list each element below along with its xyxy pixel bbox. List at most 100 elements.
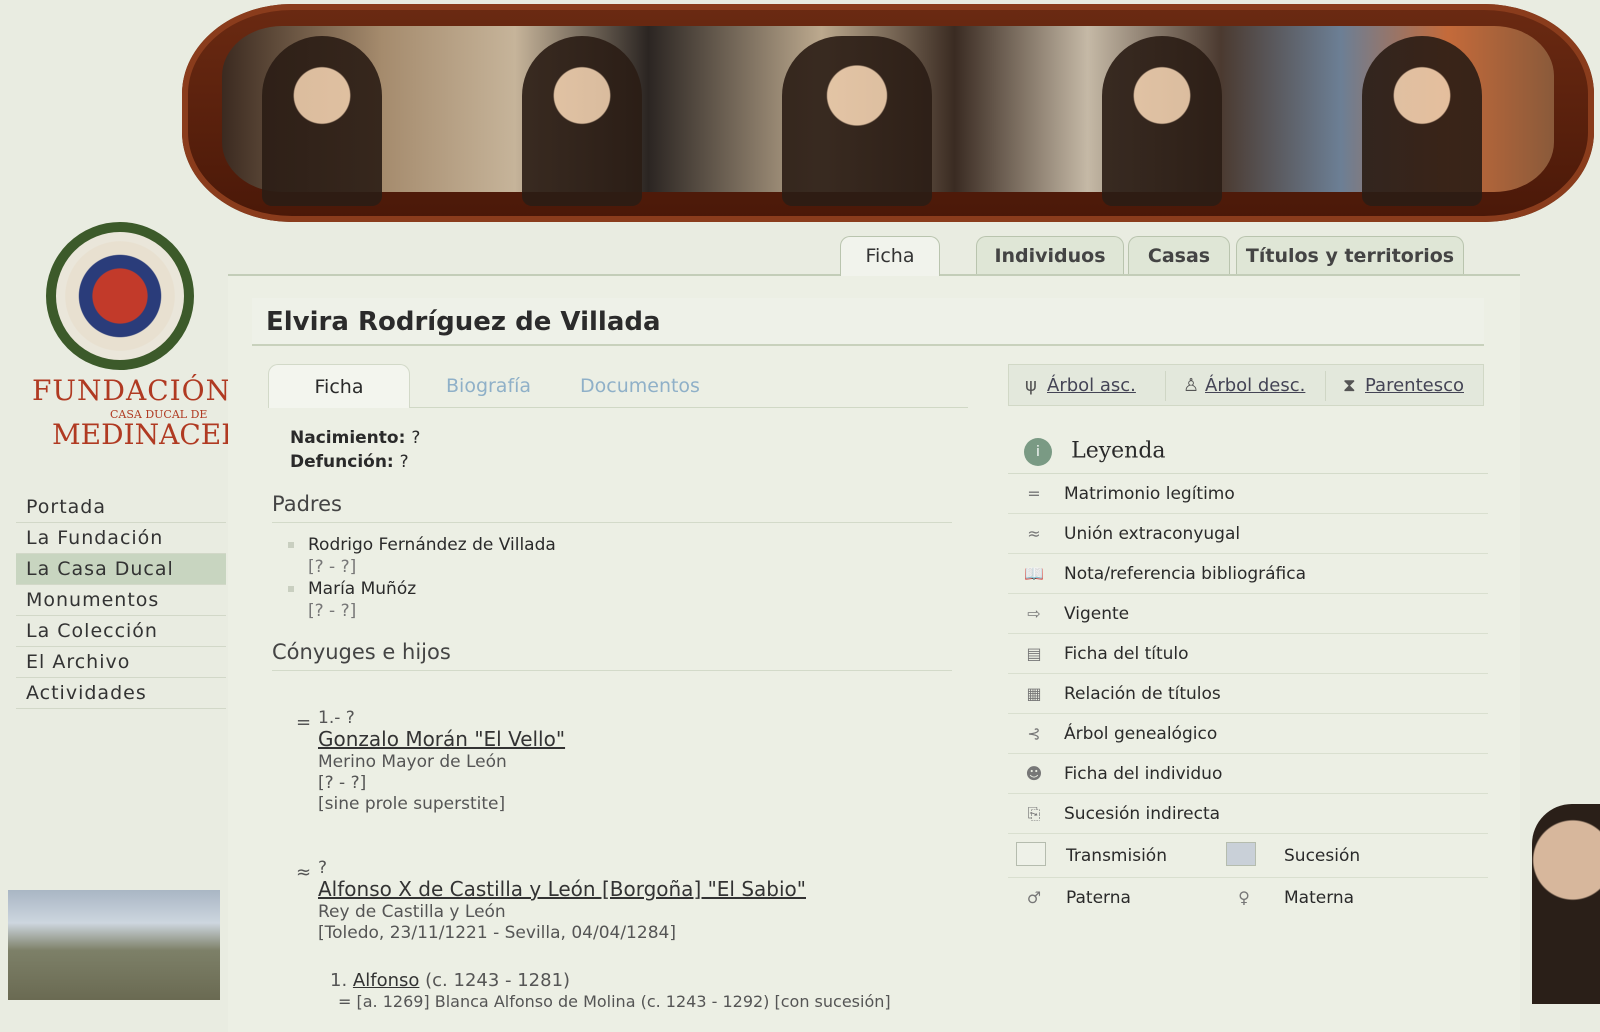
tab-casas[interactable]: Casas bbox=[1128, 236, 1230, 274]
parent-name: Rodrigo Fernández de Villada bbox=[308, 535, 556, 555]
legend-item: ☻ Ficha del individuo bbox=[1008, 754, 1488, 794]
child-link[interactable]: Alfonso bbox=[353, 970, 419, 991]
legend-label: Ficha del individuo bbox=[1064, 764, 1223, 784]
sidebar-item-monumentos[interactable]: Monumentos bbox=[16, 585, 226, 616]
logo-text-line1: FUNDACIÓN bbox=[32, 374, 232, 407]
sidebar-item-la-fundacion[interactable]: La Fundación bbox=[16, 523, 226, 554]
portrait-image bbox=[1102, 36, 1222, 206]
tree-descending-icon: ♙ bbox=[1183, 375, 1200, 396]
descendant-tree-label: Árbol desc. bbox=[1205, 375, 1306, 396]
sidebar-item-actividades[interactable]: Actividades bbox=[16, 678, 226, 709]
death-value: ? bbox=[399, 452, 409, 472]
sidebar-item-portada[interactable]: Portada bbox=[16, 492, 226, 523]
transmission-swatch bbox=[1016, 842, 1046, 866]
legend-header: i Leyenda bbox=[1008, 428, 1488, 474]
inner-tab-bar: Ficha Biografía Documentos bbox=[268, 364, 968, 408]
tab-biografia[interactable]: Biografía bbox=[446, 364, 531, 408]
legend-title: Leyenda bbox=[1071, 438, 1166, 464]
divider bbox=[1325, 371, 1326, 401]
legend-label: Unión extraconyugal bbox=[1064, 524, 1241, 544]
tree-button-bar: ψ Árbol asc. ♙ Árbol desc. ⧗ Parentesco bbox=[1008, 364, 1484, 406]
child-entry: 1. Alfonso (c. 1243 - 1281) = [a. 1269] … bbox=[330, 970, 891, 1012]
tab-individuos[interactable]: Individuos bbox=[976, 236, 1124, 274]
spouse-entry: = 1.- ? Gonzalo Morán "El Vello" Merino … bbox=[296, 708, 565, 815]
spouse-link[interactable]: Gonzalo Morán "El Vello" bbox=[318, 727, 565, 751]
male-icon: ♂ bbox=[1026, 888, 1042, 907]
kinship-button[interactable]: ⧗ Parentesco bbox=[1343, 365, 1464, 407]
parent-item: Rodrigo Fernández de Villada [? - ?] bbox=[288, 534, 556, 578]
legend-label: Sucesión bbox=[1284, 846, 1361, 866]
legend-item: ≈ Unión extraconyugal bbox=[1008, 514, 1488, 554]
marriage-symbol: = bbox=[296, 712, 312, 733]
parent-dates: [? - ?] bbox=[308, 601, 357, 621]
legend-item: ⊰ Árbol genealógico bbox=[1008, 714, 1488, 754]
banner-portraits-collage bbox=[222, 26, 1554, 206]
spouse-note: [sine prole superstite] bbox=[318, 794, 506, 814]
legend-label: Sucesión indirecta bbox=[1064, 804, 1221, 824]
legend-label: Transmisión bbox=[1066, 846, 1167, 866]
tab-ficha-inner[interactable]: Ficha bbox=[268, 364, 410, 408]
title-card-icon: ▤ bbox=[1026, 644, 1042, 663]
descendant-tree-button[interactable]: ♙ Árbol desc. bbox=[1183, 365, 1305, 407]
bullet-icon bbox=[288, 586, 294, 592]
divider bbox=[1165, 371, 1166, 401]
info-icon: i bbox=[1024, 437, 1052, 466]
spouse-entry: ≈ ? Alfonso X de Castilla y León [Borgoñ… bbox=[296, 858, 806, 944]
foundation-logo[interactable]: FUNDACIÓN CASA DUCAL DE MEDINACELI bbox=[32, 222, 251, 452]
union-symbol: ≈ bbox=[296, 862, 312, 883]
spouse-dates: [Toledo, 23/11/1221 - Sevilla, 04/04/128… bbox=[318, 923, 676, 943]
tab-documentos[interactable]: Documentos bbox=[580, 364, 700, 408]
sidebar-item-la-coleccion[interactable]: La Colección bbox=[16, 616, 226, 647]
main-panel: Elvira Rodríguez de Villada Ficha Biogra… bbox=[228, 276, 1520, 1032]
portrait-image bbox=[782, 36, 932, 206]
coat-of-arms-icon bbox=[46, 222, 194, 370]
ancestor-tree-button[interactable]: ψ Árbol asc. bbox=[1025, 365, 1136, 407]
death-label: Defunción: bbox=[290, 452, 394, 472]
child-marriage: = [a. 1269] Blanca Alfonso de Molina (c.… bbox=[338, 992, 891, 1011]
legend-label: Materna bbox=[1284, 888, 1355, 908]
legend-label: Ficha del título bbox=[1064, 644, 1189, 664]
legend-item: ⇨ Vigente bbox=[1008, 594, 1488, 634]
parent-item: María Muñóz [? - ?] bbox=[288, 578, 416, 622]
header-banner bbox=[182, 4, 1594, 222]
sidebar-item-la-casa-ducal[interactable]: La Casa Ducal bbox=[16, 554, 226, 585]
person-card-icon: ☻ bbox=[1025, 764, 1043, 783]
spouses-heading: Cónyuges e hijos bbox=[272, 640, 952, 671]
legend-swatch-row: Transmisión Sucesión bbox=[1008, 834, 1488, 878]
spouse-order: 1.- ? bbox=[318, 708, 355, 728]
title-list-icon: ▦ bbox=[1026, 684, 1042, 703]
spouse-title: Rey de Castilla y León bbox=[318, 902, 506, 922]
legend-item: 📖 Nota/referencia bibliográfica bbox=[1008, 554, 1488, 594]
book-icon: 📖 bbox=[1024, 564, 1044, 583]
tab-ficha[interactable]: Ficha bbox=[840, 236, 940, 277]
legend-item: ▦ Relación de títulos bbox=[1008, 674, 1488, 714]
succession-swatch bbox=[1226, 842, 1256, 866]
page-title: Elvira Rodríguez de Villada bbox=[252, 298, 1484, 346]
kinship-icon: ⧗ bbox=[1343, 375, 1356, 396]
child-prefix: 1. bbox=[330, 970, 348, 991]
parent-dates: [? - ?] bbox=[308, 557, 357, 577]
legend-label: Paterna bbox=[1066, 888, 1131, 908]
tree-ascending-icon: ψ bbox=[1025, 375, 1037, 396]
sidebar-nav: Portada La Fundación La Casa Ducal Monum… bbox=[16, 492, 226, 709]
kinship-label: Parentesco bbox=[1365, 375, 1464, 396]
tab-titulos-y-territorios[interactable]: Títulos y territorios bbox=[1236, 236, 1464, 274]
birth-label: Nacimiento: bbox=[290, 428, 406, 448]
approx-icon: ≈ bbox=[1027, 524, 1041, 543]
ancestor-tree-label: Árbol asc. bbox=[1047, 375, 1136, 396]
birth-value: ? bbox=[411, 428, 421, 448]
legend-item: ⎘ Sucesión indirecta bbox=[1008, 794, 1488, 834]
indirect-succession-icon: ⎘ bbox=[1027, 804, 1041, 823]
legend-item: ▤ Ficha del título bbox=[1008, 634, 1488, 674]
female-icon: ♀ bbox=[1238, 888, 1250, 907]
arrow-right-icon: ⇨ bbox=[1027, 604, 1041, 623]
portrait-photo bbox=[1532, 804, 1600, 1004]
parents-heading: Padres bbox=[272, 492, 952, 523]
logo-text-line3: MEDINACELI bbox=[52, 418, 251, 451]
spouse-link[interactable]: Alfonso X de Castilla y León [Borgoña] "… bbox=[318, 877, 806, 901]
legend-panel: i Leyenda = Matrimonio legítimo ≈ Unión ex… bbox=[1008, 428, 1488, 928]
portrait-image bbox=[1362, 36, 1482, 206]
legend-label: Nota/referencia bibliográfica bbox=[1064, 564, 1307, 584]
sidebar-item-el-archivo[interactable]: El Archivo bbox=[16, 647, 226, 678]
spouse-order: ? bbox=[318, 858, 328, 878]
